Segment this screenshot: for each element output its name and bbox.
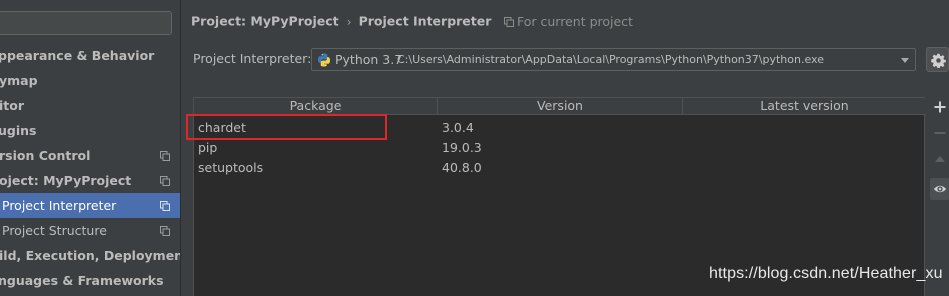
table-row[interactable]: setuptools 40.8.0	[194, 158, 925, 178]
breadcrumb: Project: MyPyProject › Project Interpreter	[191, 12, 491, 30]
settings-search-input[interactable]	[0, 11, 172, 35]
sidebar-item-project-structure[interactable]: Project Structure	[0, 218, 180, 243]
interpreter-path: C:\Users\Administrator\AppData\Local\Pro…	[397, 53, 824, 66]
chevron-down-icon	[901, 58, 909, 63]
sidebar-item-label: oject: MyPyProject	[0, 173, 132, 188]
sidebar-item-appearance-behavior[interactable]: ppearance & Behavior	[0, 43, 180, 68]
package-version: 3.0.4	[442, 120, 474, 135]
breadcrumb-project: Project: MyPyProject	[191, 13, 339, 29]
sidebar-item-label: ild, Execution, Deployment	[0, 248, 181, 263]
sidebar-item-label: rsion Control	[0, 148, 91, 163]
sidebar-item-project[interactable]: oject: MyPyProject	[0, 168, 180, 193]
sidebar-item-plugins[interactable]: ugins	[0, 118, 180, 143]
sidebar-item-languages-frameworks[interactable]: nguages & Frameworks	[0, 268, 180, 293]
table-row[interactable]: chardet 3.0.4	[194, 118, 925, 138]
remove-package-button[interactable]	[930, 127, 949, 149]
interpreter-settings-button[interactable]	[926, 47, 949, 72]
package-name: setuptools	[198, 160, 264, 175]
sidebar-item-build-execution-deployment[interactable]: ild, Execution, Deployment	[0, 243, 181, 268]
sidebar-item-label: Project Structure	[2, 223, 107, 238]
interpreter-name: Python 3.7	[335, 52, 403, 67]
column-header-latest-version[interactable]: Latest version	[683, 98, 926, 115]
upgrade-package-button[interactable]	[930, 153, 949, 175]
breadcrumb-page: Project Interpreter	[358, 13, 492, 29]
gear-icon	[931, 53, 946, 68]
project-level-icon	[160, 201, 170, 211]
minus-icon	[934, 132, 945, 134]
package-name: pip	[198, 140, 218, 155]
project-level-icon	[160, 151, 170, 161]
add-package-button[interactable]	[930, 101, 949, 123]
interpreter-select[interactable]: Python 3.7 C:\Users\Administrator\AppDat…	[311, 48, 916, 71]
project-level-icon	[160, 226, 170, 236]
sidebar-item-label: ppearance & Behavior	[0, 48, 155, 63]
upgrade-icon	[934, 156, 945, 162]
sidebar-item-editor[interactable]: itor	[0, 93, 180, 118]
package-version: 40.8.0	[442, 160, 482, 175]
column-header-version[interactable]: Version	[438, 98, 683, 115]
watermark-text: https://blog.csdn.net/Heather_xu	[709, 265, 943, 282]
settings-sidebar: ppearance & Behavior ymap itor ugins rsi…	[0, 0, 181, 296]
sidebar-item-label: Project Interpreter	[2, 198, 117, 213]
python-icon	[317, 53, 331, 67]
for-current-project-note: For current project	[504, 14, 633, 29]
show-early-releases-toggle[interactable]	[930, 178, 949, 200]
sidebar-item-label: nguages & Frameworks	[0, 273, 164, 288]
plus-icon	[934, 101, 945, 113]
project-level-icon	[504, 15, 514, 27]
project-interpreter-panel: Project: MyPyProject › Project Interpreter…	[181, 0, 949, 296]
eye-icon	[933, 185, 946, 193]
project-level-icon	[160, 176, 170, 186]
interpreter-label: Project Interpreter:	[193, 51, 312, 66]
table-header: Package Version Latest version	[194, 98, 926, 115]
package-name: chardet	[198, 120, 246, 135]
for-current-project-text: For current project	[517, 14, 633, 29]
package-version: 19.0.3	[442, 140, 482, 155]
sidebar-item-project-interpreter[interactable]: Project Interpreter	[0, 193, 180, 218]
column-header-package[interactable]: Package	[194, 98, 438, 115]
chevron-right-icon: ›	[346, 13, 352, 29]
sidebar-item-version-control[interactable]: rsion Control	[0, 143, 180, 168]
table-row[interactable]: pip 19.0.3	[194, 138, 925, 158]
sidebar-item-keymap[interactable]: ymap	[0, 68, 180, 93]
sidebar-item-label: ymap	[0, 73, 38, 88]
sidebar-item-label: ugins	[0, 123, 37, 138]
sidebar-item-label: itor	[0, 98, 25, 113]
